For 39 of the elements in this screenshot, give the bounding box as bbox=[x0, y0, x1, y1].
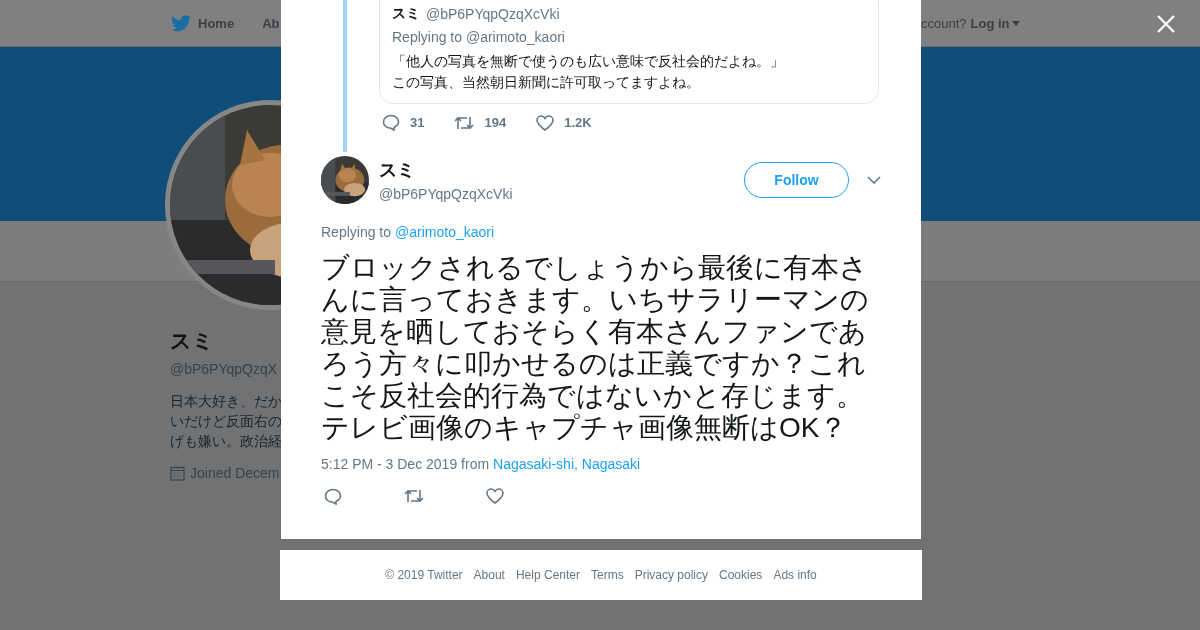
retweet-icon[interactable] bbox=[404, 488, 424, 504]
nav-link[interactable]: Ab bbox=[262, 15, 280, 31]
footer-link[interactable]: Cookies bbox=[719, 568, 763, 582]
footer-link[interactable]: Privacy policy bbox=[634, 568, 708, 582]
reply-icon[interactable] bbox=[324, 488, 342, 505]
user-handle: @bP6PYqpQzqXcVki bbox=[426, 6, 560, 22]
retweet-count: 194 bbox=[484, 115, 507, 130]
tweet-text: ブロックされるでしょうから最後に有本さんに言っておきます。いちサラリーマンの意見を晒しておそらく有本さんファンであろう方々に叩かせるのは正義ですか？これこそ反社会的行為ではないかと存じます。テレビ画像のキャプチャ画像無断はOK？ bbox=[321, 252, 870, 444]
bird-icon bbox=[171, 14, 191, 32]
like-count: 1.2K bbox=[564, 115, 592, 130]
tweet-timestamp: 5:12 PM - 3 Dec 2019 from bbox=[321, 456, 490, 472]
user-link[interactable]: @arimoto_kaori bbox=[395, 224, 495, 240]
retweet-icon[interactable] bbox=[454, 114, 475, 131]
reply-icon[interactable] bbox=[382, 114, 400, 131]
replying-label: Replying to bbox=[321, 224, 392, 240]
close-icon[interactable] bbox=[1156, 14, 1176, 34]
calendar-icon bbox=[170, 465, 185, 481]
like-icon[interactable] bbox=[536, 114, 555, 131]
replying-to: Replying to @arimoto_kaori bbox=[392, 29, 566, 45]
login-link[interactable]: Log in bbox=[970, 15, 1020, 31]
footer-link[interactable]: Ads info bbox=[773, 568, 817, 582]
footer-link[interactable]: Terms bbox=[591, 568, 624, 582]
quoted-tweet-card[interactable]: スミ @bP6PYqpQzqXcVki Replying to @arimoto_kaori 「他人の写真を無断で使うのも広い意味で反社会的だよね。」この写真、当然朝日新聞に許可取ってますよね。 bbox=[379, 0, 879, 104]
user-name: スミ bbox=[392, 5, 420, 23]
reply-count: 31 bbox=[410, 115, 425, 130]
user-handle: @bP6PYqpQzqXcVki bbox=[379, 186, 514, 202]
footer-link[interactable]: Help Center bbox=[515, 568, 580, 582]
like-icon[interactable] bbox=[486, 488, 504, 504]
tweet-text: 「他人の写真を無断で使うのも広い意味で反社会的だよね。」この写真、当然朝日新聞に許可取ってますよね。 bbox=[392, 52, 785, 92]
footer-link[interactable]: About bbox=[473, 568, 505, 582]
user-name: スミ bbox=[379, 159, 416, 182]
caret-icon bbox=[1011, 20, 1020, 26]
account-prompt: ccount? bbox=[921, 15, 967, 31]
profile-bio: 日本大好き、だかいだけど反面右のげも嫌い。政治経 bbox=[170, 392, 282, 451]
chevron-down-icon[interactable] bbox=[867, 176, 881, 184]
profile-name: スミ bbox=[170, 328, 214, 354]
location-link[interactable]: Nagasaki-shi, Nagasaki bbox=[493, 456, 641, 472]
follow-button[interactable]: Follow bbox=[744, 162, 849, 198]
nav-link[interactable]: Home bbox=[171, 14, 235, 32]
